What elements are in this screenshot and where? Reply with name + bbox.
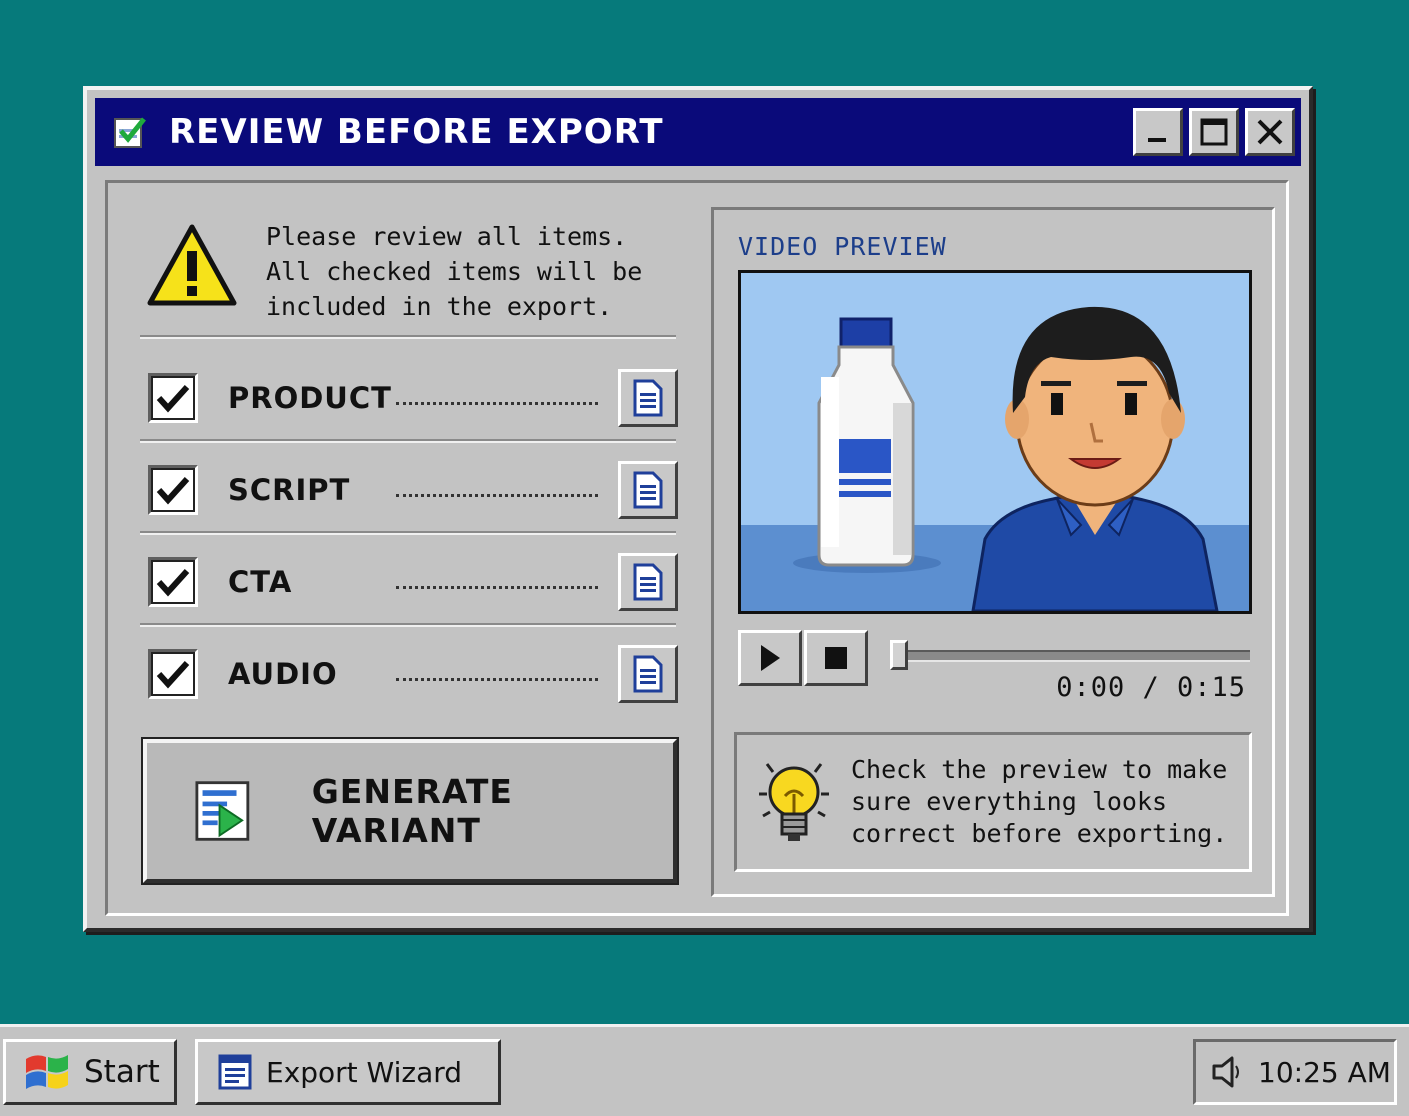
taskbar-item-export-wizard[interactable]: Export Wizard [195,1039,501,1105]
item-label: PRODUCT [228,381,392,415]
warning-line: included in the export. [266,292,613,321]
document-icon [633,655,663,693]
tip-box: Check the preview to make sure everythin… [734,732,1252,872]
cta-details-button[interactable] [618,553,678,611]
tip-line: sure everything looks [851,787,1168,816]
product-details-button[interactable] [618,369,678,427]
title-bar[interactable]: REVIEW BEFORE EXPORT [95,98,1301,166]
lightbulb-icon [759,763,829,841]
leader-dots [396,677,598,681]
checkmark-icon [156,476,190,505]
document-icon [633,471,663,509]
preview-label: VIDEO PREVIEW [738,232,947,261]
audio-details-button[interactable] [618,645,678,703]
stop-button[interactable] [804,630,868,686]
divider [140,531,676,535]
close-button[interactable] [1245,108,1295,156]
playback-time: 0:00 / 0:15 [1056,672,1246,703]
leader-dots [396,493,598,497]
window-title: REVIEW BEFORE EXPORT [169,112,664,152]
window-app-icon [218,1054,252,1090]
checkmark-icon [156,384,190,413]
checkmark-icon [156,660,190,689]
video-thumbnail [741,273,1249,611]
checklist-icon [114,117,146,148]
video-frame[interactable] [738,270,1252,614]
leader-dots [396,401,598,405]
divider [140,335,676,339]
checklist-item-product: PRODUCT [148,367,678,429]
audio-checkbox[interactable] [148,649,198,699]
windows-logo-icon [26,1055,68,1089]
leader-dots [396,585,598,589]
task-label: Export Wizard [266,1055,463,1089]
clock: 10:25 AM [1258,1055,1391,1089]
minimize-icon [1148,138,1166,142]
close-icon [1257,119,1283,145]
video-preview-panel: VIDEO PREVIEW 0:00 / 0:15 Check the prev… [711,207,1275,897]
item-label: AUDIO [228,657,338,691]
taskbar: Start Export Wizard 10:25 AM [0,1024,1409,1116]
minimize-button[interactable] [1133,108,1183,156]
tip-line: Check the preview to make [851,755,1228,784]
start-button[interactable]: Start [3,1039,177,1105]
speaker-icon[interactable] [1210,1054,1244,1090]
tip-line: correct before exporting. [851,819,1228,848]
cta-checkbox[interactable] [148,557,198,607]
window-content: Please review all items. All checked ite… [105,180,1289,916]
product-checkbox[interactable] [148,373,198,423]
script-details-button[interactable] [618,461,678,519]
checklist-item-script: SCRIPT [148,459,678,521]
warning-icon [147,224,237,306]
checkmark-icon [156,568,190,597]
warning-line: All checked items will be [266,257,643,286]
item-label: CTA [228,565,293,599]
checklist-item-audio: AUDIO [148,643,678,705]
generate-variant-button[interactable]: GENERATE VARIANT [141,737,679,885]
seek-track[interactable] [894,650,1250,662]
maximize-button[interactable] [1189,108,1239,156]
generate-variant-label: GENERATE VARIANT [311,772,513,850]
script-checkbox[interactable] [148,465,198,515]
start-label: Start [84,1054,160,1090]
maximize-icon [1200,118,1228,146]
system-tray: 10:25 AM [1193,1039,1397,1105]
divider [140,439,676,443]
seek-slider-thumb[interactable] [890,640,908,670]
stop-icon [825,647,847,669]
generate-icon [195,781,250,841]
item-label: SCRIPT [228,473,351,507]
export-review-window: REVIEW BEFORE EXPORT Please review all i… [83,86,1313,932]
divider [140,623,676,627]
play-button[interactable] [738,630,802,686]
warning-message: Please review all items. All checked ite… [146,222,643,324]
document-icon [633,379,663,417]
checklist-item-cta: CTA [148,551,678,613]
document-icon [633,563,663,601]
warning-line: Please review all items. [266,222,628,251]
play-icon [761,645,780,671]
